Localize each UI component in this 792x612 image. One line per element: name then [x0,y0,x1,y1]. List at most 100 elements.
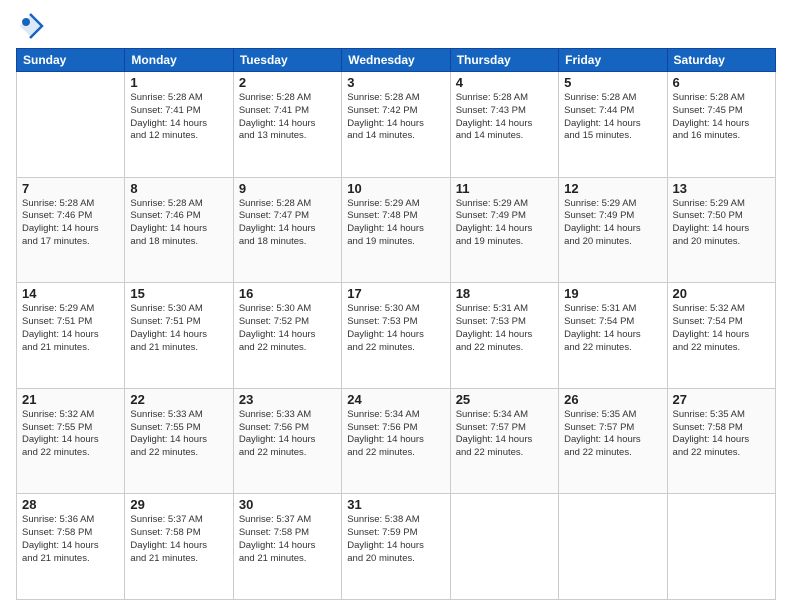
calendar-cell: 7 Sunrise: 5:28 AM Sunset: 7:46 PM Daylig… [17,177,125,283]
cell-info: Sunrise: 5:37 AM Sunset: 7:58 PM Dayligh… [239,514,336,565]
calendar-cell: 14 Sunrise: 5:29 AM Sunset: 7:51 PM Dayli… [17,283,125,389]
col-header-thursday: Thursday [450,49,558,72]
col-header-sunday: Sunday [17,49,125,72]
day-number: 16 [239,286,336,301]
calendar-cell [667,494,775,600]
cell-info: Sunrise: 5:28 AM Sunset: 7:41 PM Dayligh… [130,92,227,143]
calendar-cell: 25 Sunrise: 5:34 AM Sunset: 7:57 PM Dayli… [450,388,558,494]
cell-info: Sunrise: 5:36 AM Sunset: 7:58 PM Dayligh… [22,514,119,565]
calendar-cell: 10 Sunrise: 5:29 AM Sunset: 7:48 PM Dayli… [342,177,450,283]
calendar-cell: 23 Sunrise: 5:33 AM Sunset: 7:56 PM Dayli… [233,388,341,494]
cell-info: Sunrise: 5:32 AM Sunset: 7:54 PM Dayligh… [673,303,770,354]
calendar-cell: 18Sunrise: 5:31 AM Sunset: 7:53 PM Dayli… [450,283,558,389]
day-number: 6 [673,75,770,90]
calendar-cell: 31 Sunrise: 5:38 AM Sunset: 7:59 PM Dayli… [342,494,450,600]
page: SundayMondayTuesdayWednesdayThursdayFrid… [0,0,792,612]
cell-info: Sunrise: 5:30 AM Sunset: 7:51 PM Dayligh… [130,303,227,354]
calendar-cell: 6 Sunrise: 5:28 AM Sunset: 7:45 PM Daylig… [667,72,775,178]
day-number: 12 [564,181,661,196]
cell-info: Sunrise: 5:38 AM Sunset: 7:59 PM Dayligh… [347,514,444,565]
day-number: 10 [347,181,444,196]
calendar-cell: 27Sunrise: 5:35 AM Sunset: 7:58 PM Dayli… [667,388,775,494]
cell-info: Sunrise: 5:33 AM Sunset: 7:55 PM Dayligh… [130,409,227,460]
cell-info: Sunrise: 5:28 AM Sunset: 7:41 PM Dayligh… [239,92,336,143]
calendar-cell: 13 Sunrise: 5:29 AM Sunset: 7:50 PM Dayli… [667,177,775,283]
calendar-cell: 15 Sunrise: 5:30 AM Sunset: 7:51 PM Dayli… [125,283,233,389]
calendar-cell: 11 Sunrise: 5:29 AM Sunset: 7:49 PM Dayli… [450,177,558,283]
cell-info: Sunrise: 5:28 AM Sunset: 7:46 PM Dayligh… [22,198,119,249]
cell-info: Sunrise: 5:30 AM Sunset: 7:53 PM Dayligh… [347,303,444,354]
cell-info: Sunrise: 5:28 AM Sunset: 7:42 PM Dayligh… [347,92,444,143]
day-number: 28 [22,497,119,512]
calendar-cell: 2 Sunrise: 5:28 AM Sunset: 7:41 PM Daylig… [233,72,341,178]
cell-info: Sunrise: 5:31 AM Sunset: 7:53 PM Dayligh… [456,303,553,354]
logo [16,12,48,40]
col-header-saturday: Saturday [667,49,775,72]
calendar-cell: 1 Sunrise: 5:28 AM Sunset: 7:41 PM Daylig… [125,72,233,178]
day-number: 20 [673,286,770,301]
calendar-cell [559,494,667,600]
col-header-friday: Friday [559,49,667,72]
day-number: 22 [130,392,227,407]
cell-info: Sunrise: 5:28 AM Sunset: 7:43 PM Dayligh… [456,92,553,143]
day-number: 1 [130,75,227,90]
col-header-tuesday: Tuesday [233,49,341,72]
calendar-table: SundayMondayTuesdayWednesdayThursdayFrid… [16,48,776,600]
cell-info: Sunrise: 5:32 AM Sunset: 7:55 PM Dayligh… [22,409,119,460]
calendar-cell: 29 Sunrise: 5:37 AM Sunset: 7:58 PM Dayli… [125,494,233,600]
day-number: 21 [22,392,119,407]
cell-info: Sunrise: 5:29 AM Sunset: 7:51 PM Dayligh… [22,303,119,354]
calendar-cell [450,494,558,600]
day-number: 3 [347,75,444,90]
calendar-cell: 20 Sunrise: 5:32 AM Sunset: 7:54 PM Dayli… [667,283,775,389]
cell-info: Sunrise: 5:29 AM Sunset: 7:49 PM Dayligh… [564,198,661,249]
day-number: 25 [456,392,553,407]
cell-info: Sunrise: 5:34 AM Sunset: 7:57 PM Dayligh… [456,409,553,460]
calendar-cell: 28 Sunrise: 5:36 AM Sunset: 7:58 PM Dayli… [17,494,125,600]
cell-info: Sunrise: 5:34 AM Sunset: 7:56 PM Dayligh… [347,409,444,460]
day-number: 7 [22,181,119,196]
cell-info: Sunrise: 5:28 AM Sunset: 7:45 PM Dayligh… [673,92,770,143]
calendar-cell: 12 Sunrise: 5:29 AM Sunset: 7:49 PM Dayli… [559,177,667,283]
logo-icon [16,12,44,40]
cell-info: Sunrise: 5:37 AM Sunset: 7:58 PM Dayligh… [130,514,227,565]
cell-info: Sunrise: 5:33 AM Sunset: 7:56 PM Dayligh… [239,409,336,460]
calendar-cell: 16 Sunrise: 5:30 AM Sunset: 7:52 PM Dayli… [233,283,341,389]
day-number: 29 [130,497,227,512]
cell-info: Sunrise: 5:35 AM Sunset: 7:58 PM Dayligh… [673,409,770,460]
calendar-cell: 24 Sunrise: 5:34 AM Sunset: 7:56 PM Dayli… [342,388,450,494]
cell-info: Sunrise: 5:35 AM Sunset: 7:57 PM Dayligh… [564,409,661,460]
calendar-cell: 5Sunrise: 5:28 AM Sunset: 7:44 PM Daylig… [559,72,667,178]
day-number: 31 [347,497,444,512]
day-number: 9 [239,181,336,196]
day-number: 15 [130,286,227,301]
cell-info: Sunrise: 5:28 AM Sunset: 7:46 PM Dayligh… [130,198,227,249]
day-number: 30 [239,497,336,512]
day-number: 4 [456,75,553,90]
header [16,12,776,40]
cell-info: Sunrise: 5:30 AM Sunset: 7:52 PM Dayligh… [239,303,336,354]
day-number: 13 [673,181,770,196]
day-number: 24 [347,392,444,407]
calendar-cell: 26Sunrise: 5:35 AM Sunset: 7:57 PM Dayli… [559,388,667,494]
cell-info: Sunrise: 5:29 AM Sunset: 7:50 PM Dayligh… [673,198,770,249]
col-header-monday: Monday [125,49,233,72]
cell-info: Sunrise: 5:29 AM Sunset: 7:49 PM Dayligh… [456,198,553,249]
calendar-cell: 21 Sunrise: 5:32 AM Sunset: 7:55 PM Dayli… [17,388,125,494]
calendar-cell [17,72,125,178]
calendar-cell: 17 Sunrise: 5:30 AM Sunset: 7:53 PM Dayli… [342,283,450,389]
cell-info: Sunrise: 5:29 AM Sunset: 7:48 PM Dayligh… [347,198,444,249]
calendar-cell: 9 Sunrise: 5:28 AM Sunset: 7:47 PM Daylig… [233,177,341,283]
calendar-cell: 30 Sunrise: 5:37 AM Sunset: 7:58 PM Dayli… [233,494,341,600]
day-number: 2 [239,75,336,90]
cell-info: Sunrise: 5:28 AM Sunset: 7:44 PM Dayligh… [564,92,661,143]
day-number: 11 [456,181,553,196]
day-number: 14 [22,286,119,301]
calendar-cell: 8Sunrise: 5:28 AM Sunset: 7:46 PM Daylig… [125,177,233,283]
calendar-cell: 22 Sunrise: 5:33 AM Sunset: 7:55 PM Dayli… [125,388,233,494]
calendar-cell: 4 Sunrise: 5:28 AM Sunset: 7:43 PM Daylig… [450,72,558,178]
cell-info: Sunrise: 5:28 AM Sunset: 7:47 PM Dayligh… [239,198,336,249]
col-header-wednesday: Wednesday [342,49,450,72]
day-number: 17 [347,286,444,301]
day-number: 23 [239,392,336,407]
